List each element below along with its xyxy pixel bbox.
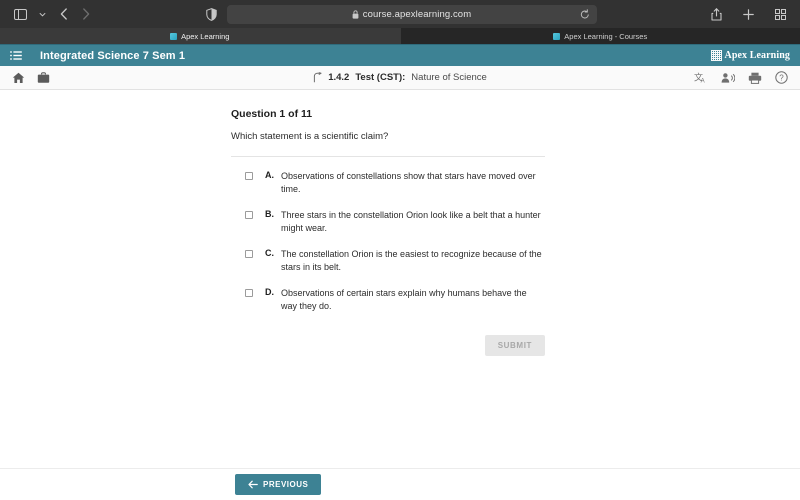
checkbox-icon[interactable]	[245, 172, 253, 180]
course-toolbar-left	[12, 71, 50, 84]
apex-logo-text: Apex Learning	[724, 50, 790, 61]
option-text: Observations of certain stars explain wh…	[281, 288, 527, 312]
translate-icon[interactable]: 文A	[694, 72, 708, 84]
lock-icon	[352, 9, 359, 19]
apex-logo-mark-icon	[710, 50, 722, 61]
option-letter: B.	[265, 209, 274, 220]
tab-bar: Apex Learning Apex Learning - Courses	[0, 28, 800, 44]
question-counter: Question 1 of 11	[231, 108, 313, 120]
arrow-left-icon	[248, 480, 258, 489]
option-text: Observations of constellations show that…	[281, 171, 536, 195]
breadcrumb-type: Test (CST):	[355, 72, 406, 83]
browser-tab-2-title: Apex Learning - Courses	[564, 31, 648, 41]
previous-button-label: PREVIOUS	[263, 480, 309, 489]
option-text: Three stars in the constellation Orion l…	[281, 210, 541, 234]
print-icon[interactable]	[748, 72, 762, 84]
question-block: Question 1 of 11 Which statement is a sc…	[231, 108, 545, 313]
breadcrumb: 1.4.2 Test (CST): Nature of Science	[313, 72, 487, 83]
forward-icon[interactable]	[76, 4, 96, 24]
browser-tab-2[interactable]: Apex Learning - Courses	[401, 28, 800, 44]
answer-option-b[interactable]: B. Three stars in the constellation Orio…	[231, 209, 545, 235]
favicon-icon	[553, 32, 561, 40]
browser-actions	[706, 4, 790, 24]
back-icon[interactable]	[54, 4, 74, 24]
option-letter: C.	[265, 248, 274, 259]
previous-button[interactable]: PREVIOUS	[235, 474, 322, 495]
read-aloud-icon[interactable]	[721, 72, 735, 84]
question-prompt: Which statement is a scientific claim?	[231, 131, 389, 142]
address-bar[interactable]: course.apexlearning.com	[226, 4, 597, 24]
breadcrumb-number: 1.4.2	[328, 72, 350, 83]
answer-options: A. Observations of constellations show t…	[231, 170, 545, 313]
navigation-footer: PREVIOUS	[0, 468, 800, 500]
address-bar-content: course.apexlearning.com	[352, 9, 471, 20]
apex-learning-logo: Apex Learning	[710, 50, 790, 61]
address-bar-url: course.apexlearning.com	[362, 8, 472, 20]
option-text: The constellation Orion is the easiest t…	[281, 249, 542, 273]
checkbox-icon[interactable]	[245, 211, 253, 220]
menu-icon[interactable]	[10, 51, 22, 60]
submit-row: SUBMIT	[231, 335, 545, 357]
new-tab-icon[interactable]	[738, 4, 758, 24]
svg-text:?: ?	[779, 74, 784, 83]
submit-button[interactable]: SUBMIT	[484, 335, 545, 357]
course-title: Integrated Science 7 Sem 1	[40, 49, 186, 62]
browser-tab-1-title: Apex Learning	[181, 31, 230, 41]
privacy-report-icon[interactable]	[205, 7, 217, 21]
go-up-icon[interactable]	[313, 72, 322, 83]
course-toolbar: 1.4.2 Test (CST): Nature of Science 文A ?	[0, 66, 800, 90]
checkbox-icon[interactable]	[245, 289, 253, 298]
course-toolbar-tools: 文A ?	[694, 71, 788, 84]
favicon-icon	[170, 32, 178, 40]
app-header: Integrated Science 7 Sem 1 Apex Learning	[0, 44, 800, 66]
question-content: Question 1 of 11 Which statement is a sc…	[0, 90, 800, 468]
option-letter: D.	[265, 287, 274, 298]
home-icon[interactable]	[12, 72, 25, 84]
share-icon[interactable]	[706, 4, 726, 24]
option-letter: A.	[265, 170, 274, 180]
answer-option-d[interactable]: D. Observations of certain stars explain…	[231, 287, 545, 313]
tab-overview-icon[interactable]	[770, 4, 790, 24]
chevron-down-icon[interactable]	[32, 4, 52, 24]
reload-icon[interactable]	[580, 8, 590, 20]
sidebar-toggle-icon[interactable]	[10, 4, 30, 24]
breadcrumb-name: Nature of Science	[411, 72, 487, 83]
svg-text:A: A	[701, 78, 705, 84]
help-icon[interactable]: ?	[775, 71, 788, 84]
answer-option-a[interactable]: A. Observations of constellations show t…	[231, 170, 545, 196]
briefcase-icon[interactable]	[37, 71, 50, 84]
browser-nav-controls	[10, 4, 96, 24]
address-bar-region: course.apexlearning.com	[96, 4, 706, 24]
question-divider	[231, 156, 545, 157]
browser-tab-1[interactable]: Apex Learning	[0, 28, 401, 44]
answer-option-c[interactable]: C. The constellation Orion is the easies…	[231, 248, 545, 274]
checkbox-icon[interactable]	[245, 250, 253, 259]
browser-toolbar: course.apexlearning.com	[0, 0, 800, 28]
